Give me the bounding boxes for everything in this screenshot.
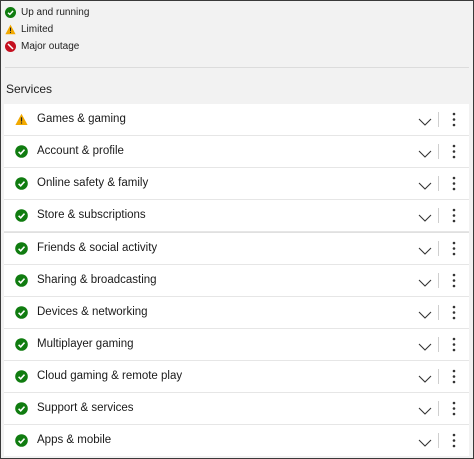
service-label: Games & gaming [37,113,126,125]
chevron-down-icon[interactable] [418,403,432,415]
service-label: Sharing & broadcasting [37,274,157,286]
green-check-icon [15,177,28,190]
service-label: Store & subscriptions [37,209,146,221]
chevron-down-icon[interactable] [418,146,432,158]
legend-item-up: Up and running [5,3,89,21]
row-separator [438,369,439,384]
row-separator [438,433,439,448]
legend-label-up: Up and running [21,6,90,18]
chevron-down-icon[interactable] [418,114,432,126]
more-options-icon[interactable] [450,143,458,160]
service-row[interactable]: Games & gaming [4,104,469,136]
warning-triangle-icon [15,113,28,126]
green-check-icon [15,209,28,222]
more-options-icon[interactable] [450,336,458,353]
service-row[interactable]: Online safety & family [4,168,469,200]
legend-label-limited: Limited [21,24,54,35]
service-label: Online safety & family [37,177,149,189]
row-separator [438,273,439,288]
status-legend: Up and running Limited Major outage [5,3,89,55]
service-label: Account & profile [37,145,124,157]
service-label: Multiplayer gaming [37,338,134,350]
more-options-icon[interactable] [450,400,458,417]
warning-triangle-icon [5,24,16,35]
service-row[interactable]: Devices & networking [4,297,469,329]
service-row[interactable]: Friends & social activity [4,232,469,265]
more-options-icon[interactable] [450,304,458,321]
legend-label-outage: Major outage [21,41,80,52]
row-separator [438,305,439,320]
green-check-icon [15,242,28,255]
chevron-down-icon[interactable] [418,178,432,190]
status-panel: Up and running Limited Major outage Serv… [0,0,474,459]
outage-icon [5,41,16,52]
more-options-icon[interactable] [450,207,458,224]
green-check-icon [15,145,28,158]
green-check-icon [5,6,16,18]
service-row[interactable]: Apps & mobile [4,425,469,456]
green-check-icon [15,402,28,415]
service-label: Apps & mobile [37,434,112,446]
more-options-icon[interactable] [450,368,458,385]
chevron-down-icon[interactable] [418,210,432,222]
service-label: Support & services [37,402,134,414]
more-options-icon[interactable] [450,432,458,449]
chevron-down-icon[interactable] [418,371,432,383]
chevron-down-icon[interactable] [418,243,432,255]
service-row[interactable]: Store & subscriptions [4,200,469,232]
service-row[interactable]: Cloud gaming & remote play [4,361,469,393]
service-row[interactable]: Multiplayer gaming [4,329,469,361]
row-separator [438,241,439,256]
row-separator [438,208,439,223]
chevron-down-icon[interactable] [418,307,432,319]
more-options-icon[interactable] [450,240,458,257]
services-list: Games & gaming Account & profile Online sa… [4,104,469,456]
green-check-icon [15,306,28,319]
more-options-icon[interactable] [450,111,458,128]
service-label: Cloud gaming & remote play [37,370,183,382]
legend-divider [5,67,469,68]
green-check-icon [15,370,28,383]
more-options-icon[interactable] [450,175,458,192]
more-options-icon[interactable] [450,272,458,289]
chevron-down-icon[interactable] [418,339,432,351]
service-label: Devices & networking [37,306,148,318]
services-heading: Services [6,82,53,96]
row-separator [438,144,439,159]
row-separator [438,337,439,352]
legend-item-limited: Limited [5,21,89,38]
chevron-down-icon[interactable] [418,435,432,447]
service-row[interactable]: Support & services [4,393,469,425]
row-separator [438,112,439,127]
green-check-icon [15,338,28,351]
chevron-down-icon[interactable] [418,275,432,287]
legend-item-outage: Major outage [5,38,89,55]
green-check-icon [15,434,28,447]
row-separator [438,401,439,416]
service-label: Friends & social activity [37,242,158,254]
green-check-icon [15,274,28,287]
row-separator [438,176,439,191]
service-row[interactable]: Sharing & broadcasting [4,265,469,297]
service-row[interactable]: Account & profile [4,136,469,168]
